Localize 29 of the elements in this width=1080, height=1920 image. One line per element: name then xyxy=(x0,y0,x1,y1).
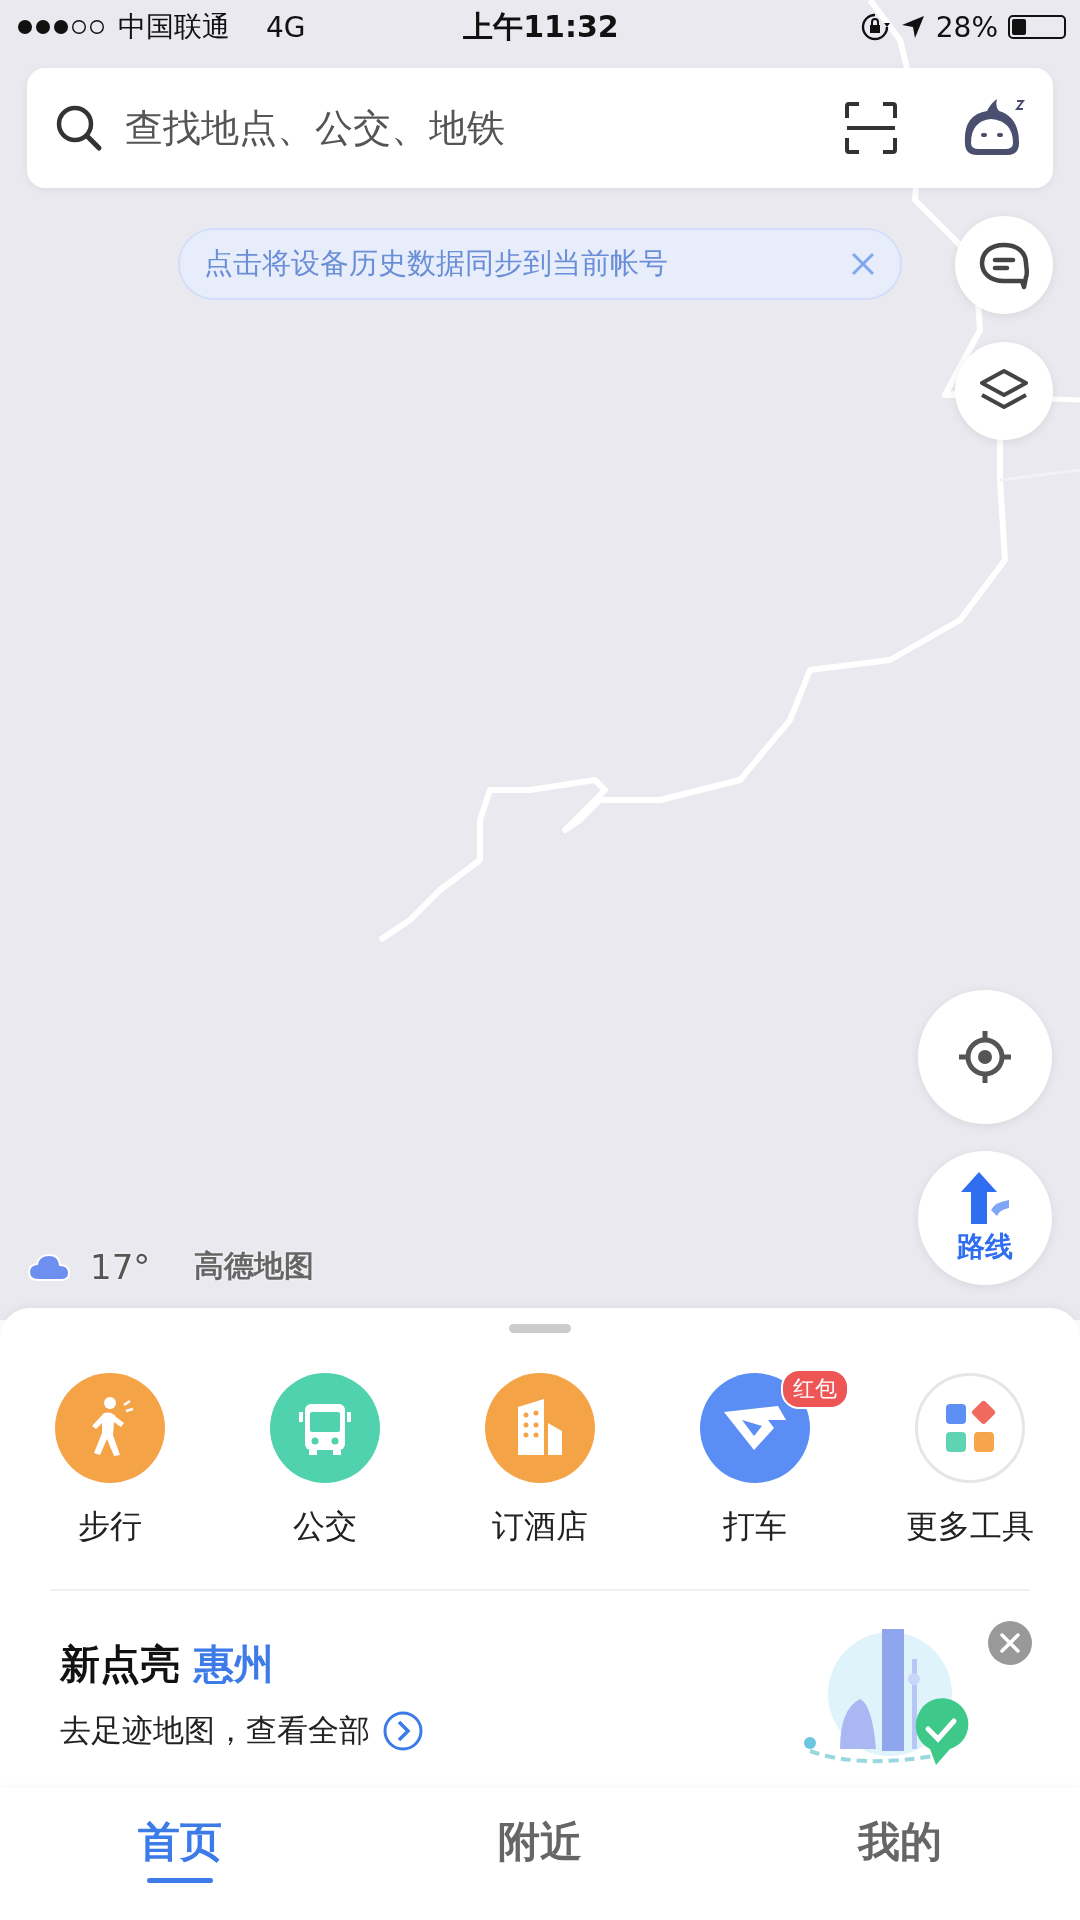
rotation-lock-icon xyxy=(859,12,890,42)
clock-time: 上午11:32 xyxy=(463,7,619,46)
close-button[interactable] xyxy=(988,1621,1032,1665)
card-title: 新点亮 xyxy=(60,1639,180,1689)
tab[interactable]: 首页 xyxy=(0,1788,360,1920)
cloud-icon xyxy=(28,1252,70,1281)
locate-icon xyxy=(957,1029,1013,1085)
tool-shortcut[interactable]: 更多工具 xyxy=(870,1373,1070,1549)
tool-shortcut[interactable]: 订酒店 xyxy=(440,1373,640,1549)
network-type: 4G xyxy=(266,10,306,44)
map-logo: 高德地图 xyxy=(194,1247,315,1285)
sync-banner-text: 点击将设备历史数据同步到当前帐号 xyxy=(204,245,668,282)
drag-handle[interactable] xyxy=(509,1324,571,1333)
chevron-circle-icon xyxy=(382,1709,424,1752)
search-field[interactable]: 查找地点、公交、地铁 xyxy=(123,105,825,151)
footprint-map-link[interactable]: 去足迹地图，查看全部 xyxy=(60,1709,424,1752)
battery-icon xyxy=(1008,15,1066,39)
city-name: 惠州 xyxy=(194,1639,274,1689)
tool-shortcut[interactable]: 步行 xyxy=(10,1373,210,1549)
search-bar[interactable]: 查找地点、公交、地铁 xyxy=(27,68,1053,188)
tab[interactable]: 我的 xyxy=(720,1788,1080,1920)
tab[interactable]: 附近 xyxy=(360,1788,720,1920)
close-icon xyxy=(999,1632,1021,1654)
promo-badge: 红包 xyxy=(781,1369,849,1409)
battery-percent: 28% xyxy=(935,10,998,44)
tool-shortcut[interactable]: 公交 xyxy=(225,1373,425,1549)
temperature: 17° xyxy=(90,1246,151,1287)
scan-icon[interactable] xyxy=(843,100,899,156)
carrier-name: 中国联通 xyxy=(118,9,230,45)
